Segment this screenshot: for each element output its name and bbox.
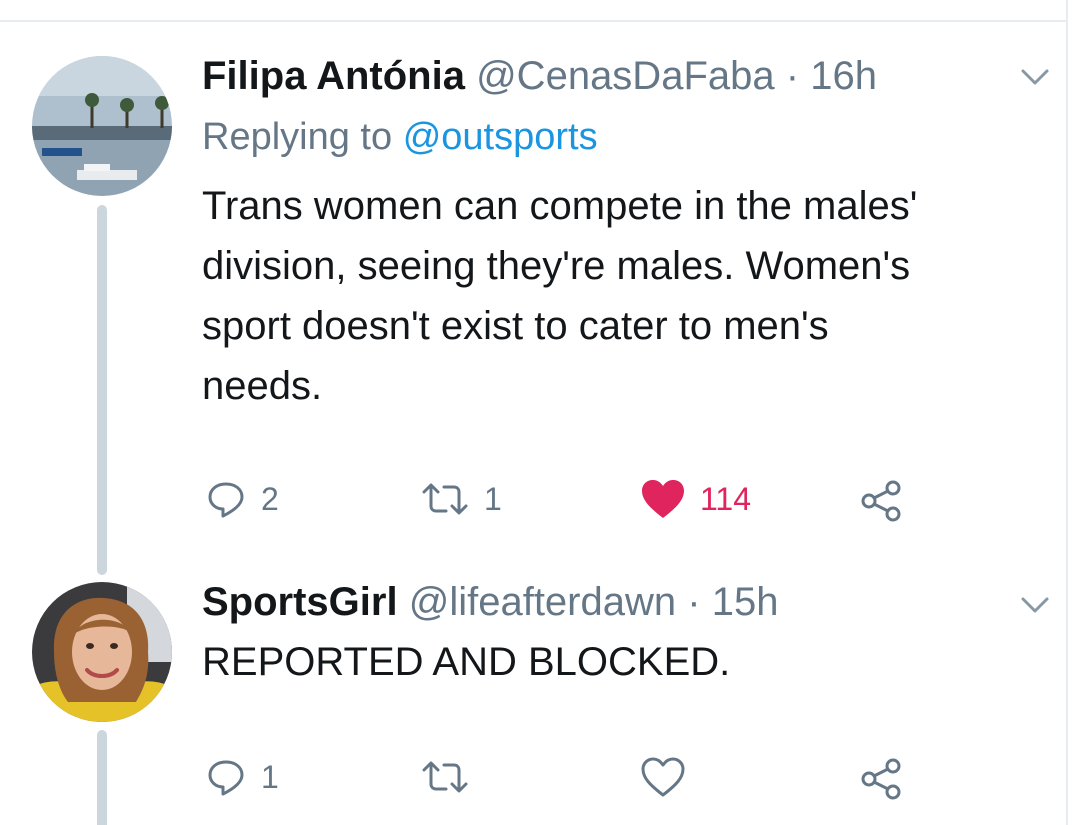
- scroll-edge: [1066, 0, 1068, 825]
- chevron-down-icon[interactable]: [1018, 60, 1052, 94]
- avatar[interactable]: [32, 56, 172, 196]
- tweet-text: Trans women can compete in the males' di…: [202, 176, 1042, 416]
- tweet-header: Filipa Antónia @CenasDaFaba · 16h: [202, 52, 877, 100]
- tweet-text-line: needs.: [202, 364, 323, 408]
- reply-icon: [208, 760, 244, 796]
- separator: ·: [785, 54, 800, 98]
- share-icon: [861, 758, 901, 800]
- retweet-icon: [422, 483, 468, 515]
- reply-button[interactable]: 1: [205, 752, 279, 802]
- display-name[interactable]: SportsGirl: [202, 580, 398, 624]
- user-handle[interactable]: @lifeafterdawn: [409, 580, 676, 624]
- heart-icon: [642, 480, 684, 518]
- avatar[interactable]: [32, 582, 172, 722]
- avatar-harbor-image: [32, 56, 172, 196]
- like-count: 114: [700, 480, 752, 517]
- replying-to: Replying to @outsports: [202, 114, 598, 160]
- share-icon: [861, 480, 901, 522]
- tweet-text-line: REPORTED AND BLOCKED.: [202, 640, 731, 684]
- thread-line: [97, 730, 107, 825]
- tweet-header: SportsGirl @lifeafterdawn · 15h: [202, 578, 778, 626]
- tweet-text-line: division, seeing they're males. Women's: [202, 244, 911, 288]
- retweet-button[interactable]: [420, 752, 470, 802]
- tweet-text-line: Trans women can compete in the males': [202, 184, 918, 228]
- mention-link[interactable]: @outsports: [403, 116, 598, 158]
- display-name[interactable]: Filipa Antónia: [202, 54, 465, 98]
- avatar-person-image: [32, 582, 172, 722]
- user-handle[interactable]: @CenasDaFaba: [476, 54, 775, 98]
- reply-count: 1: [261, 758, 279, 795]
- retweet-button[interactable]: 1: [420, 474, 502, 524]
- reply-button[interactable]: 2: [205, 474, 279, 524]
- reply-icon: [208, 482, 244, 518]
- like-button[interactable]: 114: [640, 474, 751, 524]
- share-button[interactable]: [860, 754, 904, 804]
- tweet-text: REPORTED AND BLOCKED.: [202, 632, 1042, 692]
- retweet-count: 1: [484, 480, 502, 517]
- thread-line: [97, 205, 107, 575]
- heart-icon: [641, 757, 685, 797]
- top-divider: [0, 20, 1066, 22]
- timestamp[interactable]: 16h: [810, 54, 877, 98]
- like-button[interactable]: [640, 752, 686, 802]
- retweet-icon: [422, 761, 468, 793]
- tweet-thread: Filipa Antónia @CenasDaFaba · 16h Replyi…: [0, 0, 1080, 825]
- tweet-text-line: sport doesn't exist to cater to men's: [202, 304, 829, 348]
- reply-count: 2: [261, 480, 279, 517]
- timestamp[interactable]: 15h: [712, 580, 779, 624]
- replying-prefix: Replying to: [202, 116, 393, 158]
- chevron-down-icon[interactable]: [1018, 588, 1052, 622]
- separator: ·: [687, 580, 701, 624]
- share-button[interactable]: [860, 476, 904, 526]
